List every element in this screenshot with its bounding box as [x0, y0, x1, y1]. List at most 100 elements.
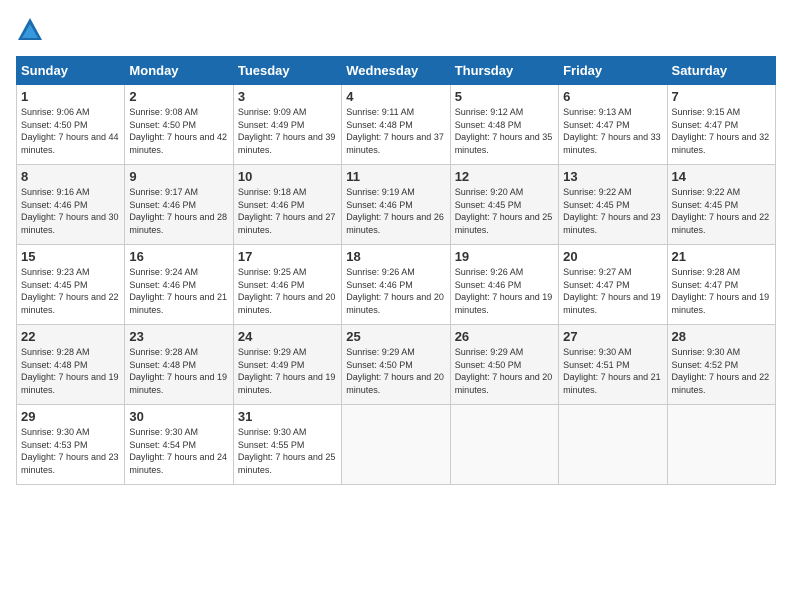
- cell-info: Sunrise: 9:13 AMSunset: 4:47 PMDaylight:…: [563, 107, 661, 155]
- day-number: 27: [563, 329, 662, 344]
- cell-info: Sunrise: 9:06 AMSunset: 4:50 PMDaylight:…: [21, 107, 119, 155]
- cell-info: Sunrise: 9:15 AMSunset: 4:47 PMDaylight:…: [672, 107, 770, 155]
- cell-info: Sunrise: 9:11 AMSunset: 4:48 PMDaylight:…: [346, 107, 444, 155]
- day-number: 14: [672, 169, 771, 184]
- day-number: 25: [346, 329, 445, 344]
- calendar-cell: 17Sunrise: 9:25 AMSunset: 4:46 PMDayligh…: [233, 245, 341, 325]
- calendar-cell: 29 Sunrise: 9:30 AMSunset: 4:53 PMDayligh…: [17, 405, 125, 485]
- calendar-cell: 18 Sunrise: 9:26 AMSunset: 4:46 PMDayligh…: [342, 245, 450, 325]
- cell-info: Sunrise: 9:22 AMSunset: 4:45 PMDaylight:…: [563, 187, 661, 235]
- cell-info: Sunrise: 9:28 AMSunset: 4:47 PMDaylight:…: [672, 267, 770, 315]
- calendar-week-5: 29 Sunrise: 9:30 AMSunset: 4:53 PMDayligh…: [17, 405, 776, 485]
- cell-info: Sunrise: 9:30 AMSunset: 4:55 PMDaylight:…: [238, 427, 336, 475]
- day-number: 11: [346, 169, 445, 184]
- calendar-cell: 25 Sunrise: 9:29 AMSunset: 4:50 PMDayligh…: [342, 325, 450, 405]
- col-header-wednesday: Wednesday: [342, 57, 450, 85]
- calendar-cell: 14 Sunrise: 9:22 AMSunset: 4:45 PMDayligh…: [667, 165, 775, 245]
- day-number: 15: [21, 249, 120, 264]
- day-number: 8: [21, 169, 120, 184]
- calendar-cell: 15 Sunrise: 9:23 AMSunset: 4:45 PMDayligh…: [17, 245, 125, 325]
- cell-info: Sunrise: 9:24 AMSunset: 4:46 PMDaylight:…: [129, 267, 227, 315]
- calendar-cell: 11 Sunrise: 9:19 AMSunset: 4:46 PMDayligh…: [342, 165, 450, 245]
- calendar-cell: 10 Sunrise: 9:18 AMSunset: 4:46 PMDayligh…: [233, 165, 341, 245]
- calendar-week-4: 22 Sunrise: 9:28 AMSunset: 4:48 PMDayligh…: [17, 325, 776, 405]
- calendar-cell: 5 Sunrise: 9:12 AMSunset: 4:48 PMDaylight…: [450, 85, 558, 165]
- page-header: [16, 16, 776, 44]
- cell-info: Sunrise: 9:25 AMSunset: 4:46 PMDaylight:…: [238, 267, 336, 315]
- calendar-cell: 12 Sunrise: 9:20 AMSunset: 4:45 PMDayligh…: [450, 165, 558, 245]
- day-number: 24: [238, 329, 337, 344]
- cell-info: Sunrise: 9:17 AMSunset: 4:46 PMDaylight:…: [129, 187, 227, 235]
- day-number: 2: [129, 89, 228, 104]
- calendar-cell: 20 Sunrise: 9:27 AMSunset: 4:47 PMDayligh…: [559, 245, 667, 325]
- cell-info: Sunrise: 9:27 AMSunset: 4:47 PMDaylight:…: [563, 267, 661, 315]
- cell-info: Sunrise: 9:23 AMSunset: 4:45 PMDaylight:…: [21, 267, 119, 315]
- calendar-cell: 13 Sunrise: 9:22 AMSunset: 4:45 PMDayligh…: [559, 165, 667, 245]
- cell-info: Sunrise: 9:16 AMSunset: 4:46 PMDaylight:…: [21, 187, 119, 235]
- calendar-cell: 3Sunrise: 9:09 AMSunset: 4:49 PMDaylight…: [233, 85, 341, 165]
- calendar-cell: 30Sunrise: 9:30 AMSunset: 4:54 PMDayligh…: [125, 405, 233, 485]
- cell-info: Sunrise: 9:08 AMSunset: 4:50 PMDaylight:…: [129, 107, 227, 155]
- cell-info: Sunrise: 9:12 AMSunset: 4:48 PMDaylight:…: [455, 107, 553, 155]
- calendar-table: SundayMondayTuesdayWednesdayThursdayFrid…: [16, 56, 776, 485]
- col-header-tuesday: Tuesday: [233, 57, 341, 85]
- calendar-cell: 24 Sunrise: 9:29 AMSunset: 4:49 PMDayligh…: [233, 325, 341, 405]
- calendar-cell: 19Sunrise: 9:26 AMSunset: 4:46 PMDayligh…: [450, 245, 558, 325]
- day-number: 19: [455, 249, 554, 264]
- col-header-saturday: Saturday: [667, 57, 775, 85]
- day-number: 5: [455, 89, 554, 104]
- cell-info: Sunrise: 9:19 AMSunset: 4:46 PMDaylight:…: [346, 187, 444, 235]
- day-number: 10: [238, 169, 337, 184]
- calendar-cell: 8 Sunrise: 9:16 AMSunset: 4:46 PMDaylight…: [17, 165, 125, 245]
- cell-info: Sunrise: 9:30 AMSunset: 4:54 PMDaylight:…: [129, 427, 227, 475]
- calendar-cell: 21 Sunrise: 9:28 AMSunset: 4:47 PMDayligh…: [667, 245, 775, 325]
- calendar-cell: 31Sunrise: 9:30 AMSunset: 4:55 PMDayligh…: [233, 405, 341, 485]
- calendar-cell: 4 Sunrise: 9:11 AMSunset: 4:48 PMDaylight…: [342, 85, 450, 165]
- cell-info: Sunrise: 9:29 AMSunset: 4:49 PMDaylight:…: [238, 347, 336, 395]
- calendar-cell: 1Sunrise: 9:06 AMSunset: 4:50 PMDaylight…: [17, 85, 125, 165]
- day-number: 28: [672, 329, 771, 344]
- cell-info: Sunrise: 9:18 AMSunset: 4:46 PMDaylight:…: [238, 187, 336, 235]
- col-header-friday: Friday: [559, 57, 667, 85]
- day-number: 12: [455, 169, 554, 184]
- calendar-week-3: 15 Sunrise: 9:23 AMSunset: 4:45 PMDayligh…: [17, 245, 776, 325]
- calendar-cell: 28 Sunrise: 9:30 AMSunset: 4:52 PMDayligh…: [667, 325, 775, 405]
- col-header-monday: Monday: [125, 57, 233, 85]
- calendar-cell: [667, 405, 775, 485]
- calendar-week-2: 8 Sunrise: 9:16 AMSunset: 4:46 PMDaylight…: [17, 165, 776, 245]
- calendar-cell: 6 Sunrise: 9:13 AMSunset: 4:47 PMDaylight…: [559, 85, 667, 165]
- day-number: 20: [563, 249, 662, 264]
- col-header-sunday: Sunday: [17, 57, 125, 85]
- day-number: 4: [346, 89, 445, 104]
- calendar-cell: 7Sunrise: 9:15 AMSunset: 4:47 PMDaylight…: [667, 85, 775, 165]
- logo: [16, 16, 48, 44]
- cell-info: Sunrise: 9:30 AMSunset: 4:52 PMDaylight:…: [672, 347, 770, 395]
- cell-info: Sunrise: 9:28 AMSunset: 4:48 PMDaylight:…: [129, 347, 227, 395]
- cell-info: Sunrise: 9:30 AMSunset: 4:51 PMDaylight:…: [563, 347, 661, 395]
- logo-icon: [16, 16, 44, 44]
- day-number: 26: [455, 329, 554, 344]
- cell-info: Sunrise: 9:29 AMSunset: 4:50 PMDaylight:…: [346, 347, 444, 395]
- day-number: 13: [563, 169, 662, 184]
- day-number: 16: [129, 249, 228, 264]
- day-number: 29: [21, 409, 120, 424]
- cell-info: Sunrise: 9:20 AMSunset: 4:45 PMDaylight:…: [455, 187, 553, 235]
- day-number: 18: [346, 249, 445, 264]
- calendar-cell: [450, 405, 558, 485]
- cell-info: Sunrise: 9:30 AMSunset: 4:53 PMDaylight:…: [21, 427, 119, 475]
- col-header-thursday: Thursday: [450, 57, 558, 85]
- day-number: 22: [21, 329, 120, 344]
- day-number: 9: [129, 169, 228, 184]
- calendar-cell: 22Sunrise: 9:28 AMSunset: 4:48 PMDayligh…: [17, 325, 125, 405]
- calendar-cell: 2 Sunrise: 9:08 AMSunset: 4:50 PMDaylight…: [125, 85, 233, 165]
- day-number: 6: [563, 89, 662, 104]
- day-number: 23: [129, 329, 228, 344]
- calendar-cell: 23 Sunrise: 9:28 AMSunset: 4:48 PMDayligh…: [125, 325, 233, 405]
- cell-info: Sunrise: 9:29 AMSunset: 4:50 PMDaylight:…: [455, 347, 553, 395]
- calendar-cell: 27 Sunrise: 9:30 AMSunset: 4:51 PMDayligh…: [559, 325, 667, 405]
- calendar-cell: [342, 405, 450, 485]
- cell-info: Sunrise: 9:22 AMSunset: 4:45 PMDaylight:…: [672, 187, 770, 235]
- calendar-cell: 16 Sunrise: 9:24 AMSunset: 4:46 PMDayligh…: [125, 245, 233, 325]
- cell-info: Sunrise: 9:26 AMSunset: 4:46 PMDaylight:…: [346, 267, 444, 315]
- day-number: 21: [672, 249, 771, 264]
